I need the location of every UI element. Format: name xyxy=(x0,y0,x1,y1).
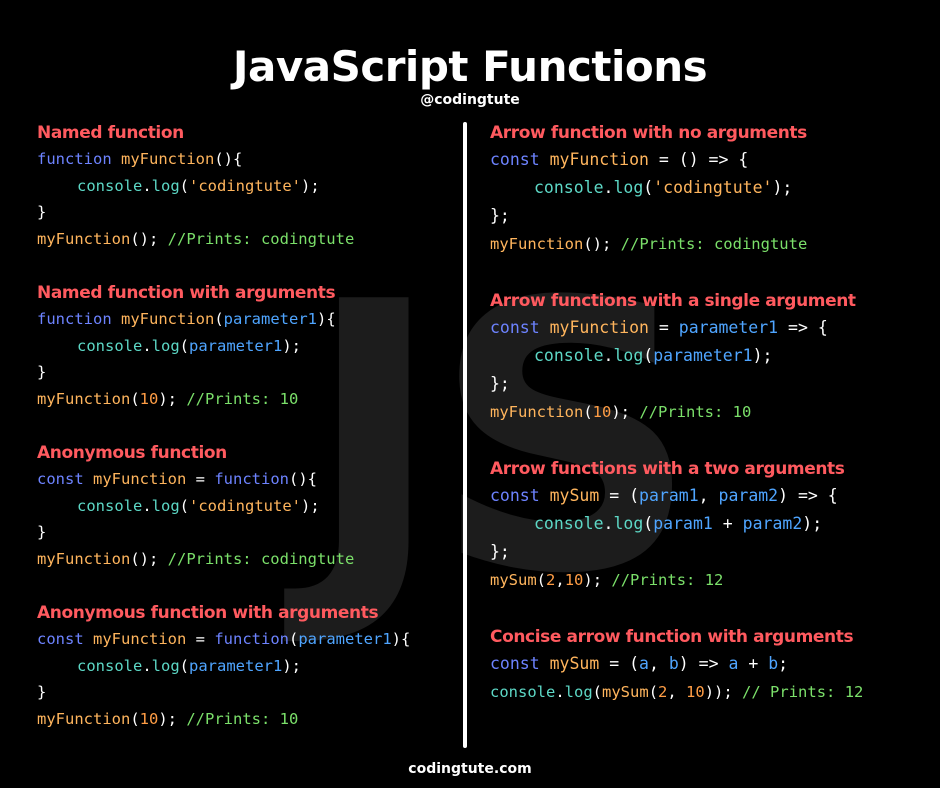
code-block: const mySum = (param1, param2) => {conso… xyxy=(490,486,838,589)
code-block: const mySum = (a, b) => a + b; console.lo… xyxy=(490,654,864,701)
section-title: Arrow functions with a two arguments xyxy=(490,459,845,479)
code-block: function myFunction(){console.log('codin… xyxy=(37,150,355,248)
section-named-function: Named function function myFunction(){con… xyxy=(37,120,354,252)
section-anonymous-function: Anonymous function const myFunction = fu… xyxy=(37,440,354,572)
section-arrow-no-args: Arrow function with no arguments const m… xyxy=(490,120,807,258)
section-concise-arrow: Concise arrow function with arguments co… xyxy=(490,624,863,706)
section-title: Anonymous function xyxy=(37,443,227,463)
footer-site: codingtute.com xyxy=(408,761,532,777)
code-block: const myFunction = function(parameter1){… xyxy=(37,630,411,728)
section-named-function-args: Named function with arguments function m… xyxy=(37,280,336,412)
section-title: Anonymous function with arguments xyxy=(37,603,379,623)
code-block: const myFunction = function(){console.lo… xyxy=(37,470,355,568)
code-block: function myFunction(parameter1){console.… xyxy=(37,310,336,408)
column-divider xyxy=(463,122,467,748)
section-anonymous-function-args: Anonymous function with arguments const … xyxy=(37,600,410,732)
section-title: Arrow functions with a single argument xyxy=(490,291,856,311)
section-arrow-two-args: Arrow functions with a two arguments con… xyxy=(490,456,845,594)
author-handle: @codingtute xyxy=(420,92,520,108)
section-arrow-single-arg: Arrow functions with a single argument c… xyxy=(490,288,856,426)
section-title: Concise arrow function with arguments xyxy=(490,627,854,647)
section-title: Named function xyxy=(37,123,184,143)
code-block: const myFunction = () => {console.log('c… xyxy=(490,150,808,253)
page-title: JavaScript Functions xyxy=(232,42,708,91)
section-title: Named function with arguments xyxy=(37,283,336,303)
section-title: Arrow function with no arguments xyxy=(490,123,807,143)
code-block: const myFunction = parameter1 => {consol… xyxy=(490,318,828,421)
